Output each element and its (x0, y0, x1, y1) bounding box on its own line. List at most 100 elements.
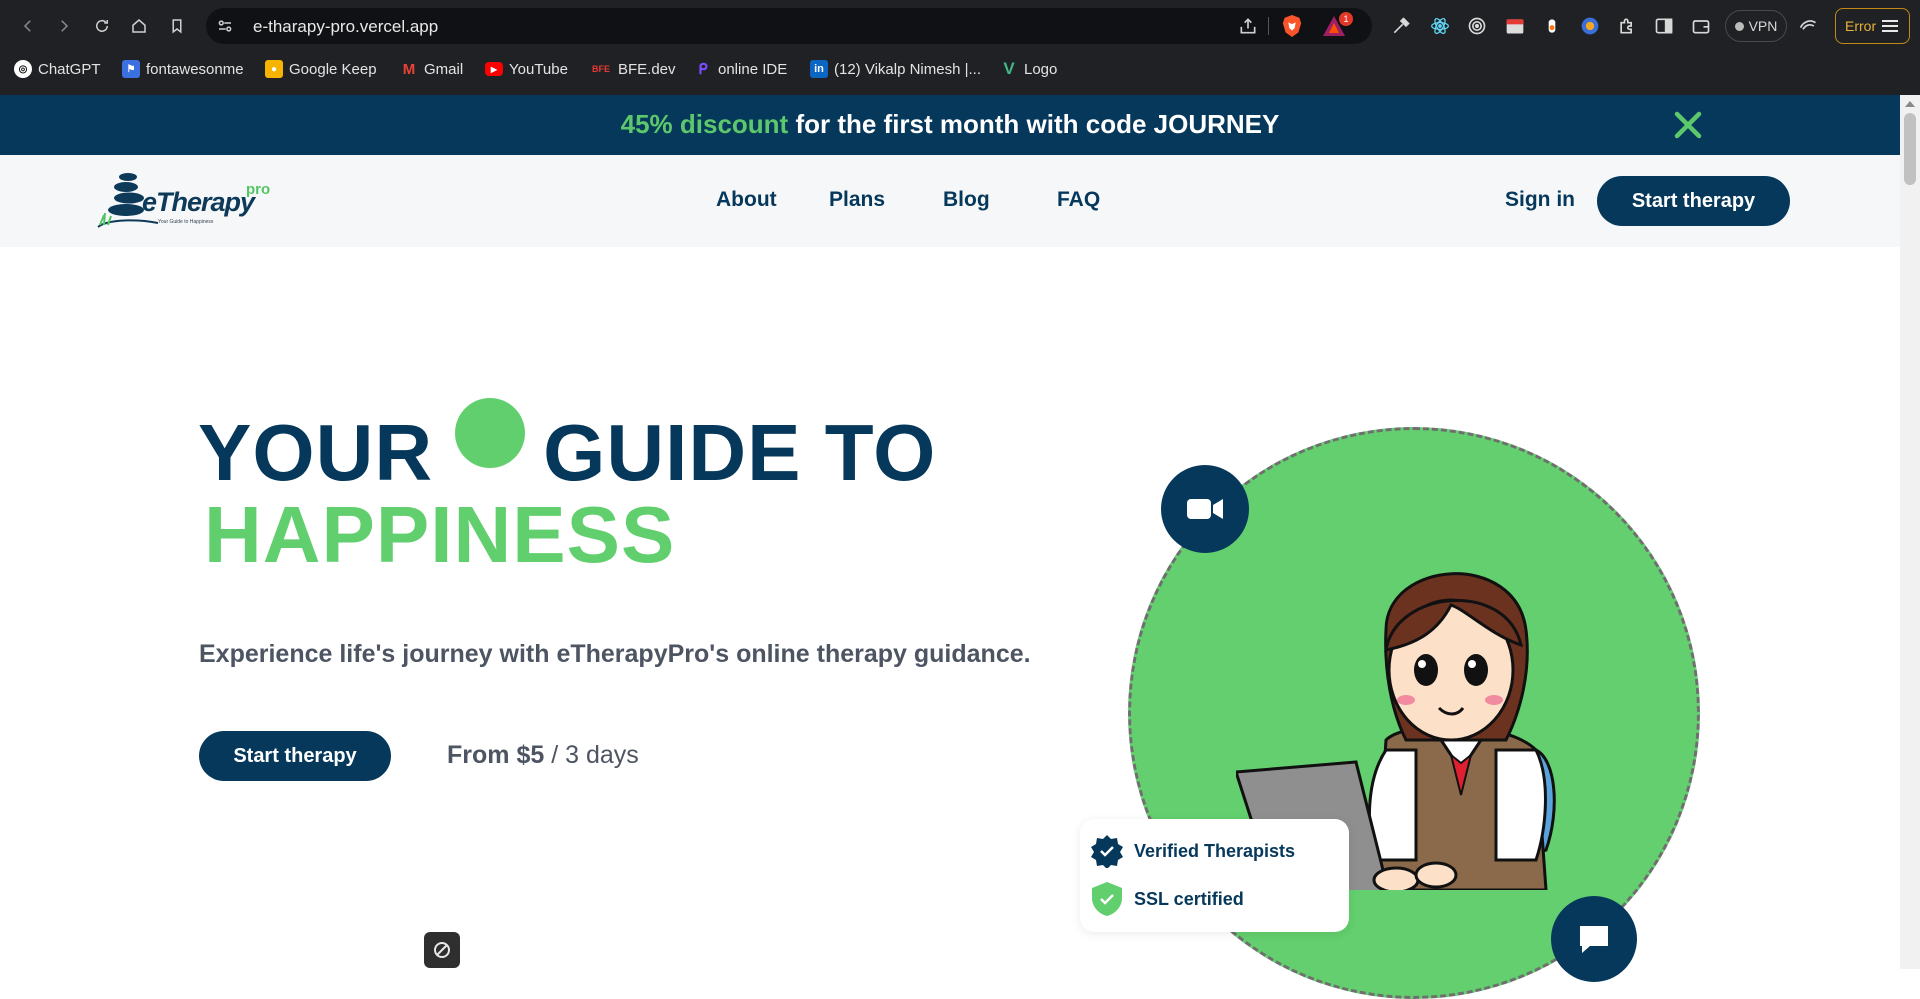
brave-shields-icon[interactable] (1281, 14, 1303, 38)
page-scrollbar[interactable] (1900, 95, 1920, 969)
react-devtools-icon[interactable] (1430, 16, 1450, 36)
back-icon[interactable] (16, 14, 40, 38)
hero-title: YOUR GUIDE TO (198, 398, 936, 498)
logo-suffix: pro (246, 181, 271, 198)
keep-icon: ● (265, 60, 283, 78)
bookmark-google-keep[interactable]: ● Google Keep (265, 58, 377, 80)
bookmark-label: Gmail (424, 60, 464, 78)
logo-text: eTherapy (142, 187, 255, 217)
bookmark-label: ChatGPT (38, 60, 101, 78)
bookmark-label: Logo (1024, 60, 1058, 78)
scroll-up-icon[interactable] (1905, 101, 1915, 107)
sign-in-link[interactable]: Sign in (1505, 188, 1575, 212)
trust-verified: Verified Therapists (1090, 834, 1295, 868)
vpn-label: VPN (1748, 18, 1778, 34)
flag-icon: ⚑ (122, 60, 140, 78)
chat-button[interactable] (1551, 896, 1637, 982)
bookmark-youtube[interactable]: ▶ YouTube (485, 58, 568, 80)
youtube-icon: ▶ (485, 62, 503, 76)
nav-plans[interactable]: Plans (829, 188, 885, 212)
start-therapy-hero-button[interactable]: Start therapy (199, 731, 391, 781)
vpn-status-icon (1734, 21, 1744, 31)
bookmarks-bar: ◎ ChatGPT ⚑ fontawesonme ● Google Keep M… (0, 56, 1920, 82)
start-therapy-header-button[interactable]: Start therapy (1597, 176, 1790, 226)
leo-ai-icon[interactable] (1798, 16, 1818, 36)
video-call-button[interactable] (1161, 465, 1249, 553)
blocked-icon (434, 942, 450, 958)
close-icon[interactable] (1672, 109, 1704, 141)
site-logo[interactable]: eTherapy pro Your Guide to Happiness (96, 167, 286, 235)
bookmark-bfe[interactable]: BFE BFE.dev (590, 58, 676, 80)
bookmark-icon[interactable] (165, 14, 189, 38)
floating-toolbar-button[interactable] (424, 932, 460, 968)
green-dot-icon (455, 398, 526, 468)
hero-title-part2: GUIDE TO (543, 408, 937, 497)
bookmark-fontawesonme[interactable]: ⚑ fontawesonme (122, 58, 244, 80)
price-period: / 3 days (544, 741, 639, 769)
calendar-extension-icon[interactable] (1505, 16, 1525, 36)
menu-icon (1882, 20, 1899, 32)
bookmark-label: fontawesonme (146, 60, 244, 78)
browser-chrome: e-tharapy-pro.vercel.app 1 VPN Error ◎ C (0, 0, 1920, 95)
trust-label: Verified Therapists (1134, 840, 1296, 861)
url-text[interactable]: e-tharapy-pro.vercel.app (253, 17, 438, 37)
shield-check-icon (1092, 882, 1122, 916)
trust-badges-card: Verified Therapists SSL certified (1080, 819, 1349, 932)
rewards-badge: 1 (1339, 12, 1353, 26)
trust-label: SSL certified (1134, 888, 1244, 909)
nav-faq[interactable]: FAQ (1057, 188, 1100, 212)
divider (1268, 17, 1269, 35)
scrollbar-thumb[interactable] (1904, 113, 1916, 185)
price-from: From $5 (447, 741, 545, 769)
home-icon[interactable] (127, 14, 151, 38)
ide-icon: ᑭ (698, 61, 708, 78)
record-extension-icon[interactable] (1542, 16, 1562, 36)
nav-blog[interactable]: Blog (943, 188, 990, 212)
extensions-puzzle-icon[interactable] (1617, 16, 1637, 36)
verified-badge-icon (1091, 835, 1123, 868)
bookmark-label: online IDE (718, 60, 788, 78)
chat-bubble-icon (1580, 926, 1608, 953)
video-camera-icon (1187, 499, 1223, 519)
share-icon[interactable] (1238, 16, 1258, 36)
reload-icon[interactable] (90, 14, 114, 38)
address-bar[interactable]: e-tharapy-pro.vercel.app 1 (206, 8, 1372, 44)
promo-text: for the first month with code JOURNEY (788, 109, 1280, 139)
vpn-button[interactable]: VPN (1725, 10, 1787, 42)
bfe-icon: BFE (592, 64, 610, 74)
promo-message: 45% discount for the first month with co… (0, 109, 1900, 140)
forward-icon[interactable] (52, 14, 76, 38)
bookmark-gmail[interactable]: M Gmail (400, 58, 463, 80)
price-info: From $5 / 3 days (447, 741, 639, 770)
bookmark-chatgpt[interactable]: ◎ ChatGPT (14, 58, 101, 80)
wallet-icon[interactable] (1691, 16, 1711, 36)
eyedropper-icon[interactable] (1391, 16, 1411, 36)
linkedin-icon: in (810, 60, 828, 78)
browser-toolbar: e-tharapy-pro.vercel.app 1 VPN Error (0, 6, 1920, 46)
trust-ssl: SSL certified (1090, 881, 1244, 917)
chatgpt-icon: ◎ (14, 60, 32, 78)
bookmark-logo[interactable]: V Logo (1000, 58, 1057, 80)
bookmark-label: (12) Vikalp Nimesh |... (834, 60, 982, 78)
gmail-icon: M (402, 60, 416, 78)
bookmark-label: Google Keep (289, 60, 377, 78)
logo-tagline: Your Guide to Happiness (158, 219, 214, 225)
vue-icon: V (1003, 59, 1015, 78)
hero-subtitle: Experience life's journey with eTherapyP… (199, 640, 1031, 668)
site-info-icon[interactable] (216, 17, 234, 35)
promo-banner: 45% discount for the first month with co… (0, 95, 1900, 155)
bookmark-label: YouTube (509, 60, 568, 78)
bookmark-label: BFE.dev (618, 60, 676, 78)
globe-extension-icon[interactable] (1580, 16, 1600, 36)
target-extension-icon[interactable] (1467, 16, 1487, 36)
sidebar-icon[interactable] (1654, 16, 1674, 36)
browser-error-menu-button[interactable]: Error (1835, 8, 1910, 44)
site-header: eTherapy pro Your Guide to Happiness Abo… (0, 155, 1900, 247)
promo-highlight: 45% discount (620, 109, 789, 139)
bookmark-online-ide[interactable]: ᑭ online IDE (694, 58, 787, 80)
hero-title-highlight: HAPPINESS (204, 490, 676, 579)
nav-about[interactable]: About (716, 188, 777, 212)
bookmark-linkedin[interactable]: in (12) Vikalp Nimesh |... (810, 58, 981, 80)
error-label: Error (1845, 18, 1877, 34)
hero-title-part1: YOUR (198, 408, 434, 497)
